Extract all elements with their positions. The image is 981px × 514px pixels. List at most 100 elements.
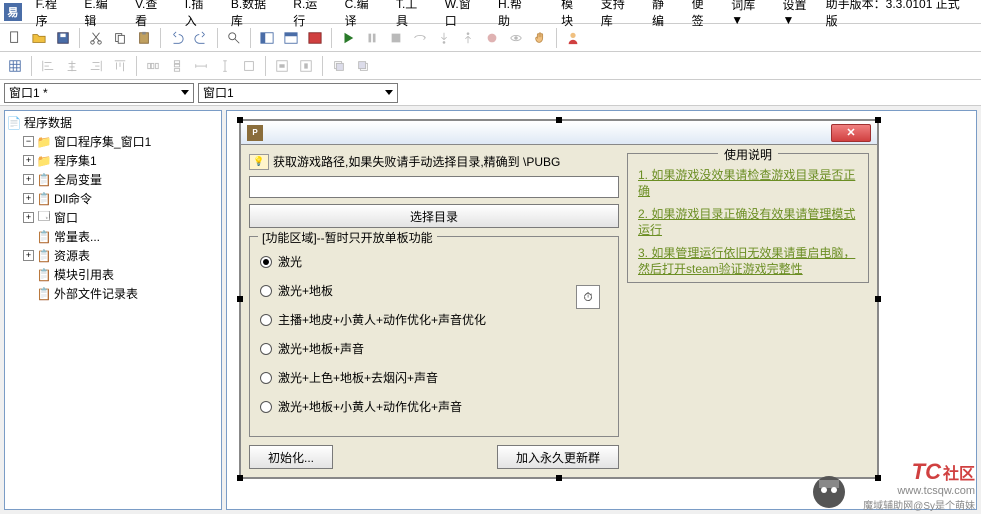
cut-icon[interactable] <box>85 27 107 49</box>
copy-icon[interactable] <box>109 27 131 49</box>
tree-label: 程序集1 <box>54 152 97 169</box>
resize-handle[interactable] <box>237 475 243 481</box>
radio-label: 激光+地板+小黄人+动作优化+声音 <box>278 398 462 415</box>
select-dir-button[interactable]: 选择目录 <box>249 204 619 228</box>
center-v-icon[interactable] <box>295 55 317 77</box>
layout3-icon[interactable] <box>304 27 326 49</box>
new-file-icon[interactable] <box>4 27 26 49</box>
radio-option[interactable]: 激光+地板+小黄人+动作优化+声音 <box>260 398 608 415</box>
const-icon: 📋 <box>37 230 51 244</box>
undo-icon[interactable] <box>166 27 188 49</box>
collapse-icon[interactable]: − <box>23 136 34 147</box>
grid-icon[interactable] <box>4 55 26 77</box>
expand-icon[interactable]: + <box>23 174 34 185</box>
init-button[interactable]: 初始化... <box>249 445 333 469</box>
layout2-icon[interactable] <box>280 27 302 49</box>
bring-front-icon[interactable] <box>328 55 350 77</box>
module-icon: 📋 <box>37 268 51 282</box>
radio-option[interactable]: 主播+地皮+小黄人+动作优化+声音优化 <box>260 311 608 328</box>
tree-node[interactable]: +📋资源表 <box>7 246 219 265</box>
open-file-icon[interactable] <box>28 27 50 49</box>
layout1-icon[interactable] <box>256 27 278 49</box>
resize-handle[interactable] <box>237 117 243 123</box>
resize-handle[interactable] <box>237 296 243 302</box>
project-tree[interactable]: 📄 程序数据 −📁窗口程序集_窗口1 +📁程序集1 +📋全局变量 +📋Dll命令… <box>5 111 221 305</box>
chevron-down-icon <box>181 90 189 95</box>
step-over-icon[interactable] <box>409 27 431 49</box>
usage-link[interactable]: 2. 如果游戏目录正确没有效果请管理模式运行 <box>638 207 858 238</box>
align-top-icon[interactable] <box>109 55 131 77</box>
menu-dictionary[interactable]: 词库▼ <box>723 0 774 29</box>
step-into-icon[interactable] <box>433 27 455 49</box>
resource-icon: 📋 <box>37 249 51 263</box>
step-out-icon[interactable] <box>457 27 479 49</box>
resize-handle[interactable] <box>875 475 881 481</box>
tree-node[interactable]: +📁程序集1 <box>7 151 219 170</box>
redo-icon[interactable] <box>190 27 212 49</box>
folder-icon: 📁 <box>37 154 51 168</box>
radio-option[interactable]: 激光 <box>260 253 608 270</box>
breakpoint-icon[interactable] <box>481 27 503 49</box>
tree-node[interactable]: −📁窗口程序集_窗口1 <box>7 132 219 151</box>
dist-v-icon[interactable] <box>166 55 188 77</box>
stop-icon[interactable] <box>385 27 407 49</box>
main-area: 📄 程序数据 −📁窗口程序集_窗口1 +📁程序集1 +📋全局变量 +📋Dll命令… <box>0 106 981 514</box>
radio-option[interactable]: 激光+地板 <box>260 282 608 299</box>
expand-icon[interactable]: + <box>23 250 34 261</box>
unit-combo-value: 窗口1 * <box>9 84 48 101</box>
menu-notes[interactable]: 便签 <box>684 0 724 31</box>
hint-row: 💡 获取游戏路径,如果失败请手动选择目录,精确到 \PUBG <box>249 153 619 170</box>
usage-link[interactable]: 3. 如果管理运行依旧无效果请重启电脑，然后打开steam验证游戏完整性 <box>638 246 858 277</box>
tree-node[interactable]: +🗔窗口 <box>7 208 219 227</box>
tree-node[interactable]: 📋外部文件记录表 <box>7 284 219 303</box>
run-icon[interactable] <box>337 27 359 49</box>
design-canvas[interactable]: P ✕ 💡 获取游戏路径,如果失败请手动选择目录,精确到 \PUBG 选择目录 … <box>226 110 977 510</box>
tree-node[interactable]: 📋常量表... <box>7 227 219 246</box>
element-combo[interactable]: 窗口1 <box>198 83 398 103</box>
resize-handle[interactable] <box>875 117 881 123</box>
feature-group: [功能区域]--暂时只开放单板功能 ⏱ 激光 激光+地板 主播+地皮+小黄人+动… <box>249 236 619 437</box>
window-titlebar[interactable]: P ✕ <box>241 121 877 145</box>
paste-icon[interactable] <box>133 27 155 49</box>
align-left-icon[interactable] <box>37 55 59 77</box>
menu-support-lib[interactable]: 支持库 <box>593 0 644 31</box>
find-icon[interactable] <box>223 27 245 49</box>
tree-node[interactable]: +📋全局变量 <box>7 170 219 189</box>
design-window[interactable]: P ✕ 💡 获取游戏路径,如果失败请手动选择目录,精确到 \PUBG 选择目录 … <box>239 119 879 479</box>
pause-icon[interactable] <box>361 27 383 49</box>
clock-icon[interactable]: ⏱ <box>576 285 600 309</box>
tree-root[interactable]: 📄 程序数据 <box>7 113 219 132</box>
same-height-icon[interactable] <box>214 55 236 77</box>
path-input[interactable] <box>249 176 619 198</box>
usage-link[interactable]: 1. 如果游戏没效果请检查游戏目录是否正确 <box>638 168 858 199</box>
dist-h-icon[interactable] <box>142 55 164 77</box>
hint-icon: 💡 <box>249 154 269 170</box>
same-size-icon[interactable] <box>238 55 260 77</box>
align-center-icon[interactable] <box>61 55 83 77</box>
resize-handle[interactable] <box>556 117 562 123</box>
send-back-icon[interactable] <box>352 55 374 77</box>
align-right-icon[interactable] <box>85 55 107 77</box>
expand-icon[interactable]: + <box>23 212 34 223</box>
unit-combo[interactable]: 窗口1 * <box>4 83 194 103</box>
expand-icon[interactable]: + <box>23 155 34 166</box>
menu-static-compile[interactable]: 静编 <box>644 0 684 31</box>
resize-handle[interactable] <box>875 296 881 302</box>
save-icon[interactable] <box>52 27 74 49</box>
person-icon[interactable] <box>562 27 584 49</box>
watch-icon[interactable] <box>505 27 527 49</box>
tree-root-label: 程序数据 <box>24 114 72 131</box>
tree-node[interactable]: +📋Dll命令 <box>7 189 219 208</box>
close-button[interactable]: ✕ <box>831 124 871 142</box>
file-icon: 📋 <box>37 287 51 301</box>
menu-settings[interactable]: 设置▼ <box>774 0 825 29</box>
resize-handle[interactable] <box>556 475 562 481</box>
radio-option[interactable]: 激光+地板+声音 <box>260 340 608 357</box>
expand-icon[interactable]: + <box>23 193 34 204</box>
join-group-button[interactable]: 加入永久更新群 <box>497 445 619 469</box>
hand-icon[interactable] <box>529 27 551 49</box>
radio-option[interactable]: 激光+上色+地板+去烟闪+声音 <box>260 369 608 386</box>
center-h-icon[interactable] <box>271 55 293 77</box>
same-width-icon[interactable] <box>190 55 212 77</box>
tree-node[interactable]: 📋模块引用表 <box>7 265 219 284</box>
